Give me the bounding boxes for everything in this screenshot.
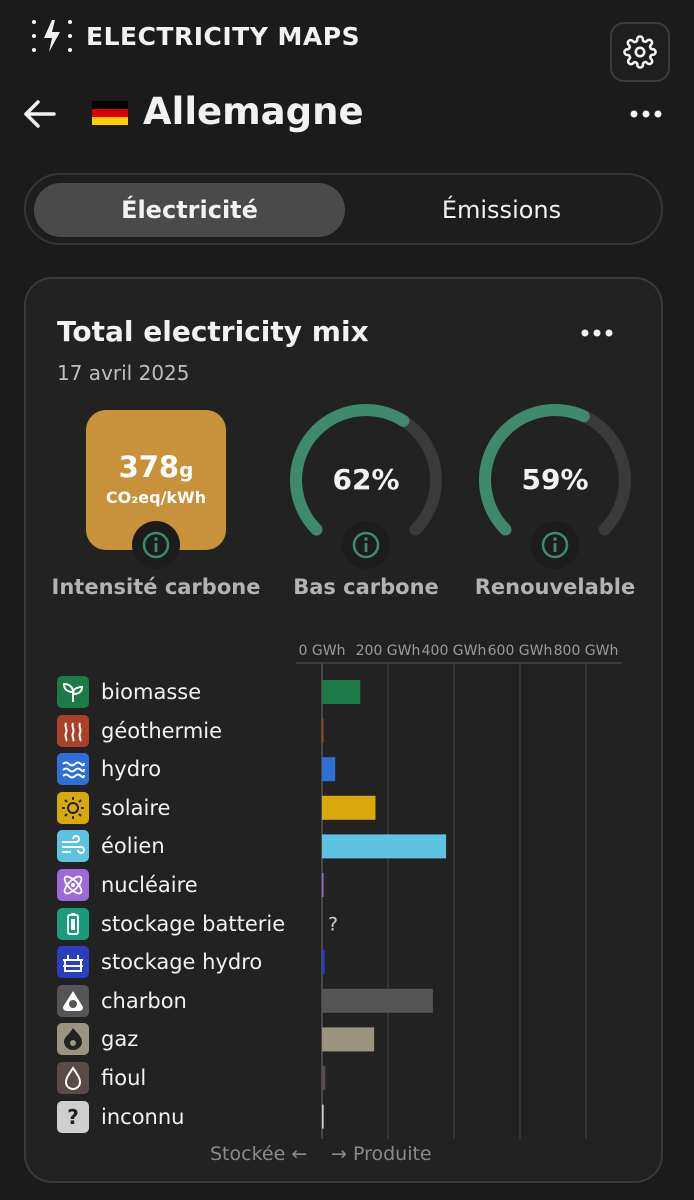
bar-éolien (322, 834, 447, 859)
x-tick-label: 400 GWh (422, 643, 487, 659)
tab-electricity[interactable]: Électricité (34, 183, 345, 237)
legend-label: biomasse (101, 680, 202, 704)
legend-item: fioul (57, 1062, 146, 1094)
x-tick-label: 800 GWh (554, 643, 619, 659)
svg-text:?: ? (67, 1105, 79, 1129)
battery-icon (57, 907, 89, 940)
question-icon: ? (57, 1100, 89, 1133)
mode-toggle: Électricité Émissions (24, 173, 663, 245)
legend-label: inconnu (101, 1104, 185, 1129)
legend-label: solaire (101, 795, 171, 820)
legend-item: charbon (57, 984, 187, 1017)
bar-nucléaire (322, 873, 324, 897)
legend-item: biomasse (57, 676, 201, 708)
legend-item: nucléaire (57, 869, 198, 901)
bar-hydro (322, 757, 336, 782)
legend-label: stockage batterie (101, 911, 286, 936)
legend-item: stockage hydro (57, 946, 263, 979)
bar-stockage-hydro (322, 950, 325, 975)
legend-item: éolien (57, 830, 165, 863)
settings-button[interactable] (610, 22, 670, 82)
bar-géothermie (322, 718, 324, 743)
wind-icon (57, 830, 89, 863)
legend-item: stockage batterie (57, 907, 286, 940)
sprout-icon (57, 676, 89, 708)
coal-icon (57, 984, 89, 1017)
top-bar: ELECTRICITY MAPS (0, 0, 694, 80)
bar-charbon (322, 988, 433, 1013)
legend-label: géothermie (101, 718, 223, 743)
legend-label: nucléaire (101, 873, 198, 897)
germany-flag-icon (92, 101, 128, 125)
bar-inconnu (322, 1104, 324, 1129)
unknown-value-marker: ? (328, 914, 338, 936)
geothermal-icon (57, 714, 89, 747)
water-icon (57, 753, 89, 786)
legend-item: géothermie (57, 714, 223, 747)
dam-icon (57, 946, 89, 979)
produced-label: → Produite (331, 1143, 432, 1165)
legend-item: solaire (57, 791, 171, 824)
x-tick-label: 600 GWh (488, 643, 553, 659)
gear-icon (623, 35, 657, 69)
app-title: ELECTRICITY MAPS (86, 22, 361, 51)
legend-item: ? inconnu (57, 1100, 185, 1133)
legend-label: stockage hydro (101, 950, 263, 975)
legend-item: hydro (57, 753, 162, 786)
legend-label: gaz (101, 1027, 139, 1052)
bar-fioul (322, 1066, 326, 1090)
back-arrow-icon[interactable] (20, 94, 60, 134)
electricity-mix-card: Total electricity mix 17 avril 2025 378g… (24, 277, 663, 1183)
flame-icon (57, 1023, 89, 1056)
atom-icon (57, 869, 89, 901)
bar-biomasse (322, 680, 361, 704)
logo-icon (32, 20, 72, 52)
legend-label: fioul (101, 1066, 147, 1090)
legend-label: charbon (101, 988, 187, 1013)
tab-emissions[interactable]: Émissions (346, 183, 657, 237)
oil-drop-icon (57, 1062, 89, 1094)
bar-solaire (322, 795, 376, 820)
stored-label: Stockée ← (210, 1143, 308, 1165)
zone-title: Allemagne (143, 90, 364, 133)
sun-icon (57, 791, 89, 824)
more-options-icon[interactable] (626, 104, 666, 124)
x-tick-label: 0 GWh (299, 643, 346, 659)
legend-label: éolien (101, 834, 165, 859)
legend-item: gaz (57, 1023, 139, 1056)
x-tick-label: 200 GWh (356, 643, 421, 659)
bar-gaz (322, 1027, 375, 1052)
legend-label: hydro (101, 757, 162, 782)
